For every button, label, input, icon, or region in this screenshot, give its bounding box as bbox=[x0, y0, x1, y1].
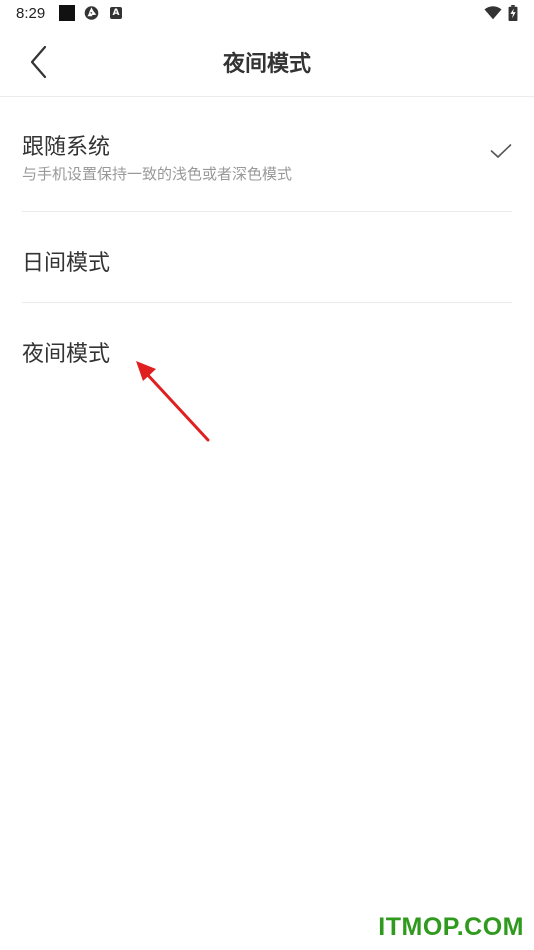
battery-charging-icon bbox=[508, 5, 518, 21]
option-subtitle: 与手机设置保持一致的浅色或者深色模式 bbox=[22, 165, 293, 183]
option-title: 日间模式 bbox=[22, 251, 111, 276]
option-title: 跟随系统 bbox=[22, 135, 111, 160]
a-notification-icon: A bbox=[110, 7, 122, 19]
option-day-mode[interactable]: 日间模式 bbox=[22, 212, 512, 303]
status-bar: 8:29 A bbox=[0, 0, 534, 28]
checkmark-icon bbox=[490, 144, 512, 158]
option-follow-system[interactable]: 跟随系统 与手机设置保持一致的浅色或者深色模式 bbox=[22, 97, 512, 212]
square-notification-icon bbox=[59, 5, 75, 21]
option-night-mode[interactable]: 夜间模式 bbox=[22, 303, 512, 393]
option-title: 夜间模式 bbox=[22, 342, 111, 367]
watermark: ITMOP.COM bbox=[378, 913, 524, 941]
wifi-icon bbox=[484, 6, 502, 20]
aperture-icon bbox=[84, 6, 99, 20]
app-bar: 夜间模式 bbox=[0, 28, 534, 97]
status-time: 8:29 bbox=[16, 5, 46, 22]
page-title: 夜间模式 bbox=[222, 52, 311, 77]
